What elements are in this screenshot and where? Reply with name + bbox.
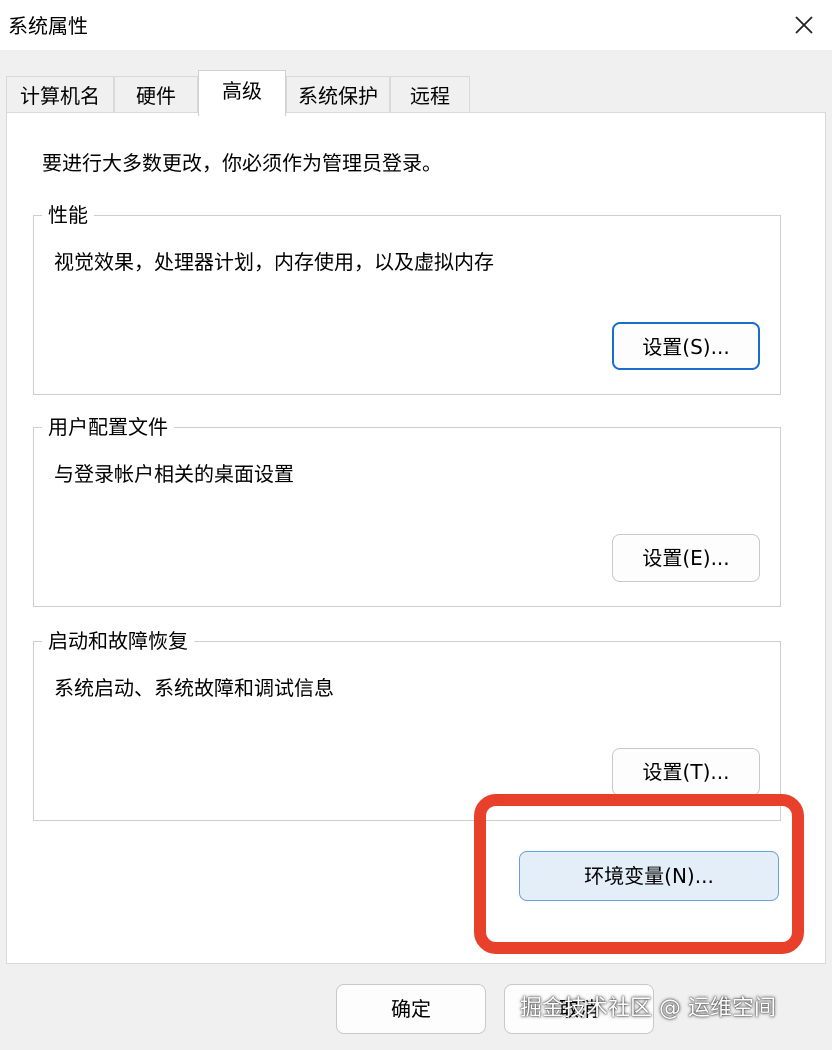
startup-recovery-description: 系统启动、系统故障和调试信息 (54, 676, 334, 700)
user-profiles-settings-button[interactable]: 设置(E)... (612, 534, 760, 582)
ok-button[interactable]: 确定 (336, 984, 486, 1034)
window-title: 系统属性 (8, 14, 88, 38)
close-button[interactable] (776, 0, 832, 50)
startup-recovery-group: 启动和故障恢复 系统启动、系统故障和调试信息 设置(T)... (33, 627, 781, 821)
close-icon (795, 16, 813, 34)
tab-hardware[interactable]: 硬件 (114, 76, 198, 114)
advanced-tab-panel: 要进行大多数更改，你必须作为管理员登录。 性能 视觉效果，处理器计划，内存使用，… (6, 112, 826, 964)
startup-recovery-settings-button[interactable]: 设置(T)... (612, 748, 760, 796)
tab-remote[interactable]: 远程 (390, 76, 470, 114)
admin-notice: 要进行大多数更改，你必须作为管理员登录。 (42, 151, 442, 175)
watermark: 掘金技术社区 @ 运维空间 (520, 996, 776, 1021)
user-profiles-group: 用户配置文件 与登录帐户相关的桌面设置 设置(E)... (33, 413, 781, 607)
performance-settings-button[interactable]: 设置(S)... (612, 322, 760, 370)
performance-description: 视觉效果，处理器计划，内存使用，以及虚拟内存 (54, 250, 494, 274)
tab-strip: 计算机名 硬件 高级 系统保护 远程 (6, 70, 826, 116)
performance-group: 性能 视觉效果，处理器计划，内存使用，以及虚拟内存 设置(S)... (33, 201, 781, 395)
environment-variables-button[interactable]: 环境变量(N)... (519, 851, 779, 901)
performance-legend: 性能 (42, 201, 94, 229)
startup-recovery-legend: 启动和故障恢复 (42, 627, 194, 655)
tab-advanced[interactable]: 高级 (198, 70, 286, 116)
title-bar: 系统属性 (0, 0, 832, 50)
user-profiles-legend: 用户配置文件 (42, 413, 174, 441)
user-profiles-description: 与登录帐户相关的桌面设置 (54, 462, 294, 486)
tab-system-protection[interactable]: 系统保护 (286, 76, 390, 114)
tab-computer-name[interactable]: 计算机名 (6, 76, 114, 114)
